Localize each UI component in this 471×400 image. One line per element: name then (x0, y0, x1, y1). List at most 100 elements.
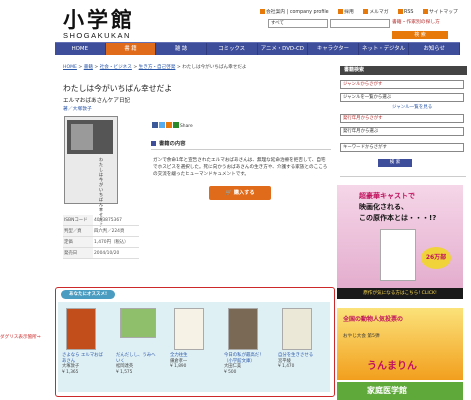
date-select[interactable]: 発行年月からさがす (340, 114, 464, 123)
ad-sales-burst: 26万部 (421, 247, 451, 269)
spec-value: 四六判／224頁 (93, 225, 139, 237)
spec-key: ISBNコード (63, 215, 93, 226)
recommend-list: さよなら エルマおばあさん 大塚敦子 ¥ 1,365 だんだしし、うみへ いく … (58, 302, 330, 392)
recommend-price: ¥ 500 (224, 369, 237, 375)
ad-click-bar[interactable]: 原作が気になる方はこちら! CLICK! (337, 288, 463, 299)
share-label[interactable]: Share (180, 124, 193, 129)
sidebar-divider (340, 176, 466, 177)
sitemap-icon (423, 9, 429, 14)
recommend-title[interactable]: 今日の私が最高だ！（小学館文庫） (224, 353, 268, 364)
recommend-cover[interactable] (174, 308, 204, 350)
search-button[interactable]: 検 索 (392, 31, 448, 39)
toplink-recruit[interactable]: 採用 (338, 9, 358, 15)
logo-jp[interactable]: 小学館 (63, 4, 135, 34)
nav-books[interactable]: 書 籍 (105, 43, 157, 55)
crumb-home[interactable]: HOME (63, 65, 77, 70)
ad2-line-1: 全国の動物人気投票の (343, 316, 404, 323)
book-cover: わたしは今がいちばん幸せだよ (64, 116, 118, 227)
sidebar-title: 書籍検索 (340, 66, 467, 75)
nav-net-digital[interactable]: ネット・デジタル (359, 43, 410, 55)
spec-row-price: 定価 1,470円（税込） (63, 236, 139, 248)
facebook-icon[interactable] (152, 122, 158, 128)
share-icon[interactable] (173, 122, 179, 128)
spec-row-date: 発売日 2004/10/20 (63, 247, 139, 259)
recommend-title[interactable]: だんだしし、うみへ いく (116, 353, 160, 364)
movie-ad-banner[interactable]: 超豪華キャストで 映画化される、 この原作本とは・・・!? 26万部 原作が気に… (337, 185, 463, 299)
comic-ad-banner[interactable]: 全国の動物人気投票の おやじ大会 第5弾 うんまりん (337, 308, 463, 380)
spec-key: 定価 (63, 236, 93, 248)
recommend-price: ¥ 1,365 (62, 369, 79, 375)
rss-icon (398, 9, 404, 14)
home-medical-ad-banner[interactable]: 家庭医学館 (337, 382, 463, 400)
spec-value: 2004/10/20 (93, 247, 139, 259)
nav-news[interactable]: お知らせ (409, 43, 460, 55)
search-scope-select[interactable]: すべて (268, 19, 328, 28)
search-input[interactable] (330, 19, 390, 28)
share-buttons: Share (152, 122, 193, 130)
buy-button[interactable]: 🛒 購入する (209, 186, 271, 200)
top-links: 会社案内 | company profile 採用 メルマガ RSS サイトマッ… (260, 8, 466, 15)
main-nav: HOME 書 籍 雑 誌 コミックス アニメ・DVD-CD キャラクター ネット… (55, 42, 460, 55)
ad2-line-3: うんまりん (367, 361, 417, 372)
spec-row-format: 判型／頁 四六判／224頁 (63, 225, 139, 237)
nav-comics[interactable]: コミックス (207, 43, 258, 55)
ad-headline-1: 超豪華キャストで (359, 192, 415, 200)
recommend-title[interactable]: さよなら エルマおばあさん (62, 353, 106, 364)
recommend-item[interactable]: だんだしし、うみへ いく 松岡達英 ¥ 1,575 (116, 308, 160, 375)
recommend-price: ¥ 1,470 (278, 364, 295, 369)
book-subtitle: エルマおばあさんケア日記 (63, 98, 131, 104)
crumb-self-help[interactable]: 生き方・自己啓発 (139, 65, 176, 70)
ad2-line-2: おやじ大会 第5弾 (343, 334, 380, 339)
mail-icon (363, 9, 369, 14)
toplink-company[interactable]: 会社案内 | company profile (260, 9, 333, 15)
nav-home[interactable]: HOME (55, 43, 106, 55)
nav-anime-dvd[interactable]: アニメ・DVD-CD (258, 43, 309, 55)
sidebar-search-button[interactable]: 検 索 (378, 159, 412, 167)
twitter-icon[interactable] (159, 122, 165, 128)
toplink-mailmag[interactable]: メルマガ (363, 9, 392, 15)
spec-value: 4093875367 (93, 215, 139, 226)
toplink-rss[interactable]: RSS (398, 9, 417, 15)
recommend-cover[interactable] (282, 308, 312, 350)
description-heading: 書籍の内容 (151, 140, 331, 150)
crumb-society-business[interactable]: 社会・ビジネス (100, 65, 132, 70)
recommend-item[interactable]: 今日の私が最高だ！（小学館文庫） 大田仁美 ¥ 500 (224, 308, 268, 375)
ad-book-image (380, 229, 416, 281)
recommend-item[interactable]: 全力往生 鎌倉孝一 ¥ 1,890 (170, 308, 214, 370)
book-spec-table: ISBNコード 4093875367 判型／頁 四六判／224頁 定価 1,470円（… (63, 215, 139, 259)
book-author[interactable]: 著／大塚敦子 (63, 105, 92, 112)
cover-photo-figure (71, 124, 93, 150)
heading-marker (151, 141, 156, 146)
search-help-link[interactable]: 書籍・作家別の探し方 (392, 19, 440, 26)
spec-key: 判型／頁 (63, 225, 93, 237)
nav-characters[interactable]: キャラクター (308, 43, 359, 55)
ad-headline-2: 映画化される、 (359, 203, 408, 211)
toplink-sitemap[interactable]: サイトマップ (423, 9, 462, 15)
recommend-item[interactable]: さよなら エルマおばあさん 大塚敦子 ¥ 1,365 (62, 308, 106, 375)
recommend-price: ¥ 1,575 (116, 369, 133, 375)
recommend-cover[interactable] (228, 308, 258, 350)
nav-magazines[interactable]: 雑 誌 (156, 43, 207, 55)
spec-key: 発売日 (63, 247, 93, 259)
recruit-icon (338, 9, 344, 14)
recommend-item[interactable]: 自分を生きさせる 宮平綾 ¥ 1,470 (278, 308, 322, 370)
genre-list-link[interactable]: ジャンル一覧を見る (392, 104, 432, 110)
ad-headline-3: この原作本とは・・・!? (359, 214, 437, 222)
recommend-annotation: ダグリス表示箇所⇒ (0, 335, 41, 340)
book-description: ガンで余命1年と宣告されたエルマおばあさんは、無理な延命治療を拒否して、自宅でホ… (153, 158, 328, 177)
crumb-current: わたしは今がいちばん幸せだよ (182, 65, 247, 70)
recommend-cover[interactable] (120, 308, 156, 338)
logo-en: SHOGAKUKAN (63, 31, 131, 40)
crumb-books[interactable]: 書籍 (84, 65, 93, 70)
spec-row-isbn: ISBNコード 4093875367 (63, 215, 139, 226)
bookmark-icon[interactable] (166, 122, 172, 128)
recommend-cover[interactable] (66, 308, 96, 350)
genre-list-select[interactable]: ジャンルを一覧から選ぶ (340, 93, 464, 102)
company-icon (260, 9, 265, 14)
spec-value: 1,470円（税込） (93, 236, 139, 248)
keyword-input[interactable]: キーワードからさがす (340, 143, 464, 152)
recommend-label: あなたにオススメ! (61, 290, 115, 299)
genre-select[interactable]: ジャンルからさがす (340, 80, 464, 89)
date-list-select[interactable]: 発行年月から選ぶ (340, 127, 464, 136)
book-title: わたしは今がいちばん幸せだよ (63, 84, 173, 93)
